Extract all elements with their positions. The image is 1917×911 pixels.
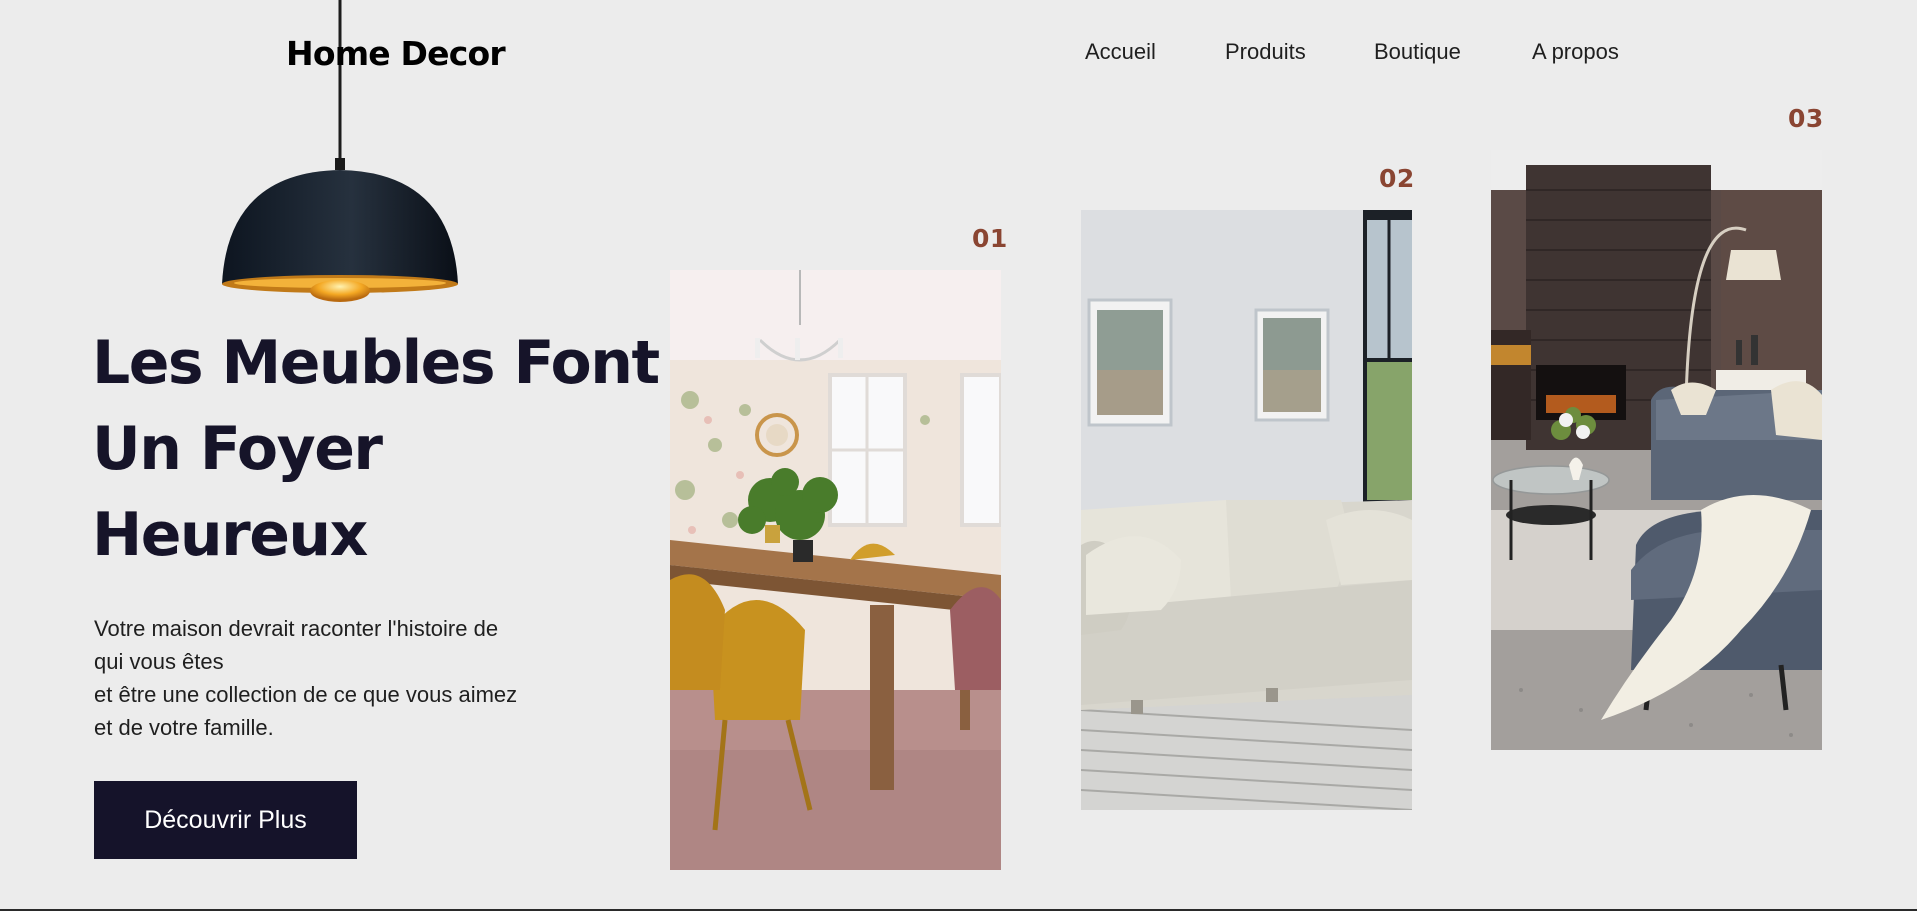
brand-logo[interactable]: Home Decor xyxy=(286,34,506,73)
hero-description-line-4: et de votre famille. xyxy=(94,715,274,740)
nav-link-a-propos[interactable]: A propos xyxy=(1532,39,1619,65)
sofa-living-room-photo xyxy=(1081,210,1412,810)
hero-title-line-2: Un Foyer xyxy=(92,414,383,484)
card-number-03: 03 xyxy=(1788,104,1824,133)
dining-room-photo xyxy=(670,270,1001,870)
fireplace-lounge-card[interactable] xyxy=(1491,150,1822,750)
discover-more-button[interactable]: Découvrir Plus xyxy=(94,781,357,859)
sofa-living-room-card[interactable] xyxy=(1081,210,1412,810)
hero-title-line-1: Les Meubles Font xyxy=(92,328,660,398)
dining-room-card[interactable] xyxy=(670,270,1001,870)
nav-link-produits[interactable]: Produits xyxy=(1225,39,1306,65)
hero-title: Les Meubles Font Un Foyer Heureux xyxy=(92,320,660,578)
card-number-02: 02 xyxy=(1379,164,1415,193)
card-number-01: 01 xyxy=(972,224,1008,253)
hero-title-line-3: Heureux xyxy=(92,500,368,570)
hero-description: Votre maison devrait raconter l'histoire… xyxy=(94,612,594,744)
hero-description-line-1: Votre maison devrait raconter l'histoire… xyxy=(94,616,499,641)
hero-description-line-3: et être une collection de ce que vous ai… xyxy=(94,682,518,707)
nav-link-boutique[interactable]: Boutique xyxy=(1374,39,1461,65)
hero-description-line-2: qui vous êtes xyxy=(94,649,224,674)
fireplace-lounge-photo xyxy=(1491,150,1822,750)
nav-link-accueil[interactable]: Accueil xyxy=(1085,39,1156,65)
